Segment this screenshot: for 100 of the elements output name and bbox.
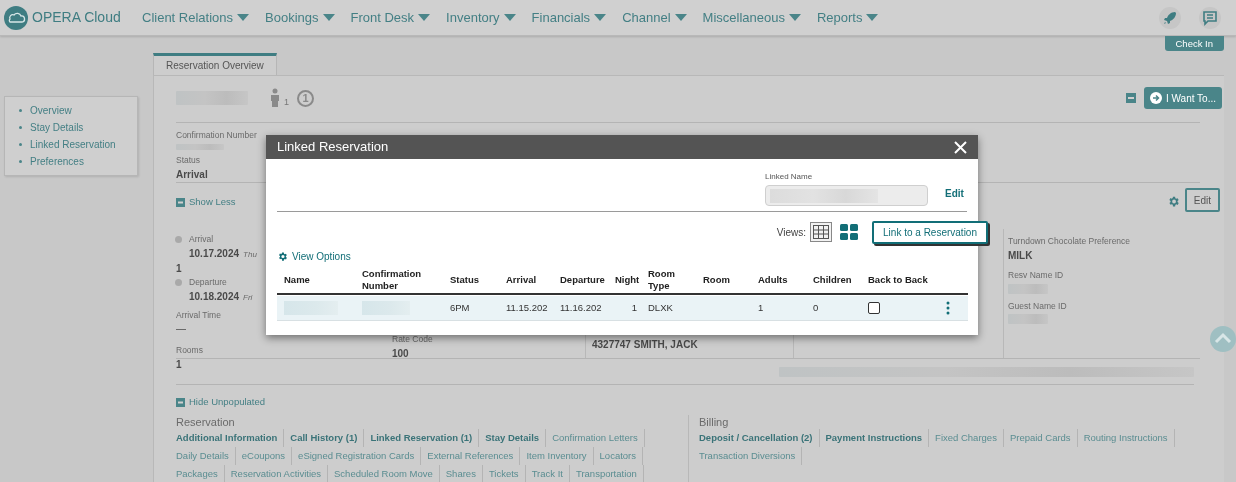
table-view-button[interactable] (810, 222, 833, 242)
adult-count: 1 (284, 96, 289, 110)
more-icon[interactable] (946, 301, 950, 315)
sidebar-link[interactable]: Stay Details (30, 120, 84, 135)
column-header: Confirmation Number (361, 267, 423, 292)
bullet-icon (19, 160, 22, 163)
field-value: — (176, 322, 187, 337)
close-icon[interactable] (954, 140, 967, 154)
date-value: 10.17.2024 (189, 246, 240, 261)
column-header: Children (812, 273, 853, 286)
linked-name-field[interactable] (765, 185, 928, 206)
column-header: Room Type (647, 267, 676, 292)
rocket-icon[interactable] (1159, 6, 1181, 29)
date-value: 10.18.2024 (189, 289, 240, 304)
collapse-icon[interactable] (1125, 93, 1136, 103)
section-link[interactable]: Transaction Diversions (699, 447, 803, 466)
section-link[interactable]: Stay Details (485, 429, 547, 448)
section-link[interactable]: eSigned Registration Cards (298, 447, 422, 466)
tiles-view-button[interactable] (838, 222, 861, 242)
section-link[interactable]: Prepaid Cards (1009, 429, 1078, 448)
nav-menu[interactable]: Miscellaneous (702, 7, 801, 28)
edit-link[interactable]: Edit (945, 186, 964, 201)
field-label: Resv Name ID (1008, 268, 1065, 282)
i-want-to-button[interactable]: I Want To... (1143, 87, 1222, 109)
section-link[interactable]: Reservation Activities (230, 465, 329, 482)
section-link[interactable]: Fixed Charges (935, 429, 1004, 448)
link-reservation-button[interactable]: Link to a Reservation (872, 220, 988, 244)
show-less-toggle[interactable]: Show Less (176, 195, 236, 210)
column-header: Adults (757, 273, 789, 286)
table-cell-text: 6PM (450, 300, 470, 315)
nav-menu[interactable]: Reports (816, 7, 879, 28)
nav-menu[interactable]: Financials (531, 7, 607, 28)
nav-menu[interactable]: Front Desk (350, 7, 431, 28)
bullet-icon (19, 126, 22, 129)
section-link[interactable]: Daily Details (176, 447, 236, 466)
section-title: Billing (699, 415, 730, 430)
section-link[interactable]: Transportation (575, 465, 644, 482)
view-options-link[interactable]: View Options (277, 249, 351, 264)
section-link[interactable]: Track It (531, 465, 570, 482)
checkbox[interactable] (868, 302, 880, 314)
check-in-button[interactable]: Check In (1164, 36, 1224, 51)
nav-menu[interactable]: Client Relations (142, 7, 250, 28)
section-link[interactable]: Shares (445, 465, 483, 482)
table-cell-text: 0 (813, 300, 819, 315)
field-label: Turndown Chocolate Preference (1008, 235, 1132, 248)
column-header: Arrival (505, 273, 538, 286)
sidebar-link[interactable]: Overview (30, 103, 72, 118)
dialog-title: Linked Reservation (277, 138, 389, 157)
field-label: Confirmation Number (176, 129, 258, 142)
caret-icon (788, 13, 801, 22)
sidebar-link[interactable]: Preferences (30, 154, 84, 169)
nav-menu[interactable]: Channel (622, 7, 687, 28)
table-cell-text: 11.15.202 (506, 300, 548, 315)
section-link[interactable]: Packages (176, 465, 225, 482)
caret-icon (594, 13, 607, 22)
bullet-icon (19, 143, 22, 146)
section-link[interactable]: Tickets (488, 465, 526, 482)
section-link[interactable]: Scheduled Room Move (334, 465, 440, 482)
column-header: Night (614, 273, 641, 286)
field-label: Guest Name ID (1008, 299, 1068, 313)
field-label: Linked Name (765, 171, 814, 183)
field-value: 100 (392, 347, 410, 361)
column-header: Departure (559, 273, 606, 286)
section-link[interactable]: Item Inventory (526, 447, 594, 466)
nav-menu[interactable]: Bookings (265, 7, 335, 28)
table-row[interactable]: 6PM 11.15.202 11.16.202 1 DLXK 1 0 (277, 296, 968, 321)
table-cell-text: 1 (631, 300, 637, 315)
logo-icon (4, 5, 28, 30)
column-header: Back to Back (867, 273, 929, 286)
tab[interactable]: Reservation Overview (153, 53, 277, 75)
section-link[interactable]: eCoupons (241, 447, 293, 466)
table-cell-text: DLXK (648, 300, 673, 315)
minus-icon (176, 197, 185, 207)
caret-icon (866, 13, 879, 22)
caret-icon (503, 13, 516, 22)
caret-icon (322, 13, 335, 22)
caret-icon (237, 13, 250, 22)
section-link[interactable]: Call History (1) (290, 429, 365, 448)
section-title: Reservation (176, 415, 236, 430)
field-value: Arrival (176, 168, 209, 182)
sidebar-link[interactable]: Linked Reservation (30, 137, 116, 152)
section-link[interactable]: Additional Information (176, 429, 285, 448)
section-link[interactable]: Deposit / Cancellation (2) (699, 429, 820, 448)
section-link[interactable]: External References (427, 447, 521, 466)
chat-icon[interactable] (1199, 6, 1221, 29)
section-link[interactable]: Confirmation Letters (552, 429, 645, 448)
section-link[interactable]: Payment Instructions (825, 429, 930, 448)
caret-icon (674, 13, 687, 22)
field-value: MILK (1008, 248, 1034, 263)
nav-menu[interactable]: Inventory (446, 7, 516, 28)
section-link[interactable]: Linked Reservation (1) (370, 429, 480, 448)
product-name: OPERA Cloud (32, 8, 121, 27)
table-cell-text: 11.16.202 (560, 300, 602, 315)
section-link[interactable]: Locators (599, 447, 643, 466)
weekday-label: Fri (243, 291, 253, 304)
caret-icon (418, 13, 431, 22)
section-link[interactable]: Routing Instructions (1083, 429, 1175, 448)
edit-button[interactable]: Edit (1184, 188, 1220, 212)
hide-unpopulated-toggle[interactable]: Hide Unpopulated (176, 395, 266, 410)
profile-name: 4327747 SMITH, JACK (592, 338, 699, 352)
